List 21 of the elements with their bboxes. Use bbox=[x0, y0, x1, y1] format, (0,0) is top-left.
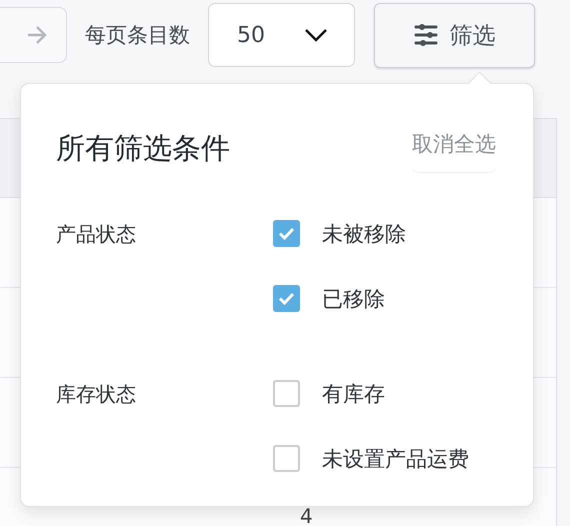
checkbox[interactable] bbox=[273, 445, 300, 472]
per-page-label: 每页条目数 bbox=[85, 22, 190, 49]
option-label: 未设置产品运费 bbox=[322, 446, 469, 472]
next-page-button[interactable] bbox=[0, 7, 67, 63]
table-cell: 4 bbox=[300, 504, 313, 526]
per-page-select[interactable]: 50 bbox=[208, 3, 355, 67]
option-label: 未被移除 bbox=[322, 220, 406, 248]
sliders-icon bbox=[414, 24, 438, 46]
option-label: 有库存 bbox=[322, 380, 385, 408]
popover-title: 所有筛选条件 bbox=[56, 130, 230, 166]
checkbox[interactable] bbox=[273, 285, 300, 312]
chevron-down-icon bbox=[304, 28, 328, 42]
filter-button[interactable]: 筛选 bbox=[374, 2, 535, 68]
checkbox[interactable] bbox=[273, 220, 300, 247]
option-label: 已移除 bbox=[322, 286, 385, 312]
checkbox[interactable] bbox=[273, 380, 300, 407]
checkmark-icon bbox=[278, 227, 295, 240]
group-label: 库存状态 bbox=[56, 381, 137, 408]
group-label: 产品状态 bbox=[56, 221, 137, 248]
checkmark-icon bbox=[278, 292, 295, 305]
arrow-right-icon bbox=[26, 25, 48, 45]
